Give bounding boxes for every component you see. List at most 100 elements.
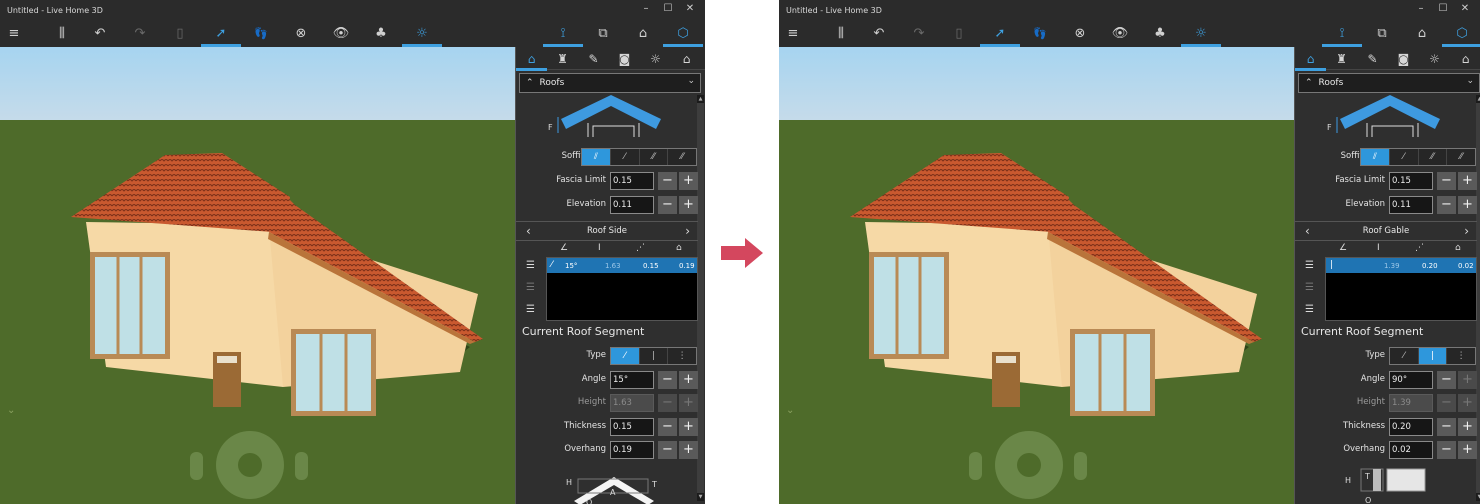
soffit-option-2[interactable]: ⁄	[1390, 149, 1419, 165]
soffit-option-4[interactable]: ⁄⁄	[668, 149, 696, 165]
remove-segment-icon[interactable]: ☰	[1305, 282, 1314, 293]
angle-increment[interactable]: +	[1458, 371, 1477, 389]
zoom-slider[interactable]	[190, 452, 203, 480]
close-button[interactable]: ✕	[683, 3, 697, 14]
menu-icon[interactable]: ≡	[779, 20, 813, 47]
fascia-limit-input[interactable]: 0.15	[1389, 172, 1433, 190]
fascia-limit-increment[interactable]: +	[679, 172, 698, 190]
overhang-input[interactable]: 0.02	[1389, 441, 1433, 459]
3d-viewport[interactable]: ⌄	[779, 47, 1294, 504]
scroll-up-icon[interactable]: ▲	[1476, 95, 1480, 103]
add-segment-icon[interactable]: ☰	[526, 260, 535, 271]
thickness-input[interactable]: 0.15	[610, 418, 654, 436]
select-tool-icon[interactable]: ➚	[980, 20, 1020, 47]
maximize-button[interactable]: ☐	[661, 3, 675, 14]
segment-row[interactable]: | 1.39 0.20 0.02	[1326, 258, 1476, 273]
previous-part-button[interactable]: ‹	[1305, 222, 1310, 241]
tab-object[interactable]: ♜	[1326, 47, 1357, 70]
tab-edit[interactable]: ✎	[578, 47, 609, 70]
thickness-decrement[interactable]: −	[658, 418, 677, 436]
angle-decrement[interactable]: −	[1437, 371, 1456, 389]
segment-list[interactable]: | 1.39 0.20 0.02	[1325, 257, 1477, 321]
light-tool-icon[interactable]: ☼	[1181, 20, 1221, 47]
thickness-decrement[interactable]: −	[1437, 418, 1456, 436]
remove-segment-icon[interactable]: ☰	[526, 282, 535, 293]
height-input[interactable]: 1.39	[1389, 394, 1433, 412]
elevation-increment[interactable]: +	[679, 196, 698, 214]
height-input[interactable]: 1.63	[610, 394, 654, 412]
angle-decrement[interactable]: −	[658, 371, 677, 389]
segment-type-selector[interactable]: ⁄ | ⋮	[610, 347, 697, 365]
zoom-slider[interactable]	[969, 452, 982, 480]
elevation-view-icon[interactable]: ⟟	[543, 20, 583, 47]
minimize-button[interactable]: –	[639, 3, 653, 14]
soffit-option-2[interactable]: ⁄	[611, 149, 640, 165]
type-gable-option[interactable]: |	[1418, 348, 1448, 364]
overhang-decrement[interactable]: −	[658, 441, 677, 459]
soffit-option-1[interactable]: ⫽	[1361, 149, 1390, 165]
tab-roof-properties[interactable]: ⌂	[516, 47, 547, 71]
main-roof[interactable]	[71, 153, 290, 233]
undo-icon[interactable]: ↶	[80, 20, 120, 47]
height-decrement[interactable]: −	[658, 394, 677, 412]
library-icon[interactable]: ⫼	[821, 20, 861, 47]
redo-icon[interactable]: ↷	[120, 20, 160, 47]
next-part-button[interactable]: ›	[685, 222, 690, 241]
view-3d-icon[interactable]: ⬡	[663, 20, 703, 47]
add-segment-icon[interactable]: ☰	[1305, 260, 1314, 271]
collapse-chevron-icon[interactable]: ⌄	[7, 405, 15, 416]
type-skylight-option[interactable]: ⋮	[668, 348, 696, 364]
scroll-up-icon[interactable]: ▲	[697, 95, 704, 103]
soffit-type-selector[interactable]: ⫽ ⁄ ⁄⁄ ⁄⁄	[1360, 148, 1476, 166]
insert-segment-icon[interactable]: ☰	[1305, 304, 1314, 315]
tab-object[interactable]: ♜	[547, 47, 578, 70]
delete-icon[interactable]: ▯	[160, 20, 200, 47]
soffit-option-3[interactable]: ⁄⁄	[1419, 149, 1448, 165]
orbit-icon[interactable]: ⊗	[281, 20, 321, 47]
thickness-increment[interactable]: +	[679, 418, 698, 436]
house-view-icon[interactable]: ⌂	[623, 20, 663, 47]
tab-camera[interactable]: ◙	[609, 47, 640, 70]
menu-icon[interactable]: ≡	[0, 20, 34, 47]
fascia-limit-decrement[interactable]: −	[658, 172, 677, 190]
height-increment[interactable]: +	[679, 394, 698, 412]
element-type-dropdown[interactable]: ⌃ Roofs ⌄	[519, 73, 701, 93]
library-icon[interactable]: ⫼	[42, 20, 82, 47]
angle-input[interactable]: 15°	[610, 371, 654, 389]
type-skylight-option[interactable]: ⋮	[1447, 348, 1475, 364]
height-increment[interactable]: +	[1458, 394, 1477, 412]
tab-edit[interactable]: ✎	[1357, 47, 1388, 70]
elevation-view-icon[interactable]: ⟟	[1322, 20, 1362, 47]
elevation-input[interactable]: 0.11	[1389, 196, 1433, 214]
minimize-button[interactable]: –	[1414, 3, 1428, 14]
type-gable-option[interactable]: |	[640, 348, 669, 364]
maximize-button[interactable]: ☐	[1436, 3, 1450, 14]
material-icon[interactable]: ♣	[1140, 20, 1180, 47]
view-3d-icon[interactable]: ⬡	[1442, 20, 1480, 47]
soffit-option-3[interactable]: ⁄⁄	[640, 149, 669, 165]
soffit-type-selector[interactable]: ⫽ ⁄ ⁄⁄ ⁄⁄	[581, 148, 697, 166]
soffit-option-1[interactable]: ⫽	[582, 149, 611, 165]
scroll-down-icon[interactable]: ▼	[697, 493, 704, 501]
view-eye-icon[interactable]: 👁	[1100, 20, 1140, 47]
angle-input[interactable]: 90°	[1389, 371, 1433, 389]
walk-icon[interactable]: 👣	[1020, 20, 1060, 47]
soffit-option-4[interactable]: ⁄⁄	[1447, 149, 1475, 165]
tab-light[interactable]: ☼	[640, 47, 671, 70]
tab-camera[interactable]: ◙	[1388, 47, 1419, 70]
fascia-limit-input[interactable]: 0.15	[610, 172, 654, 190]
select-tool-icon[interactable]: ➚	[201, 20, 241, 47]
tab-building[interactable]: ⌂	[671, 47, 702, 70]
previous-part-button[interactable]: ‹	[526, 222, 531, 241]
tab-building[interactable]: ⌂	[1450, 47, 1480, 70]
navigation-joystick[interactable]	[995, 431, 1063, 499]
overhang-increment[interactable]: +	[1458, 441, 1477, 459]
type-slope-option[interactable]: ⁄	[1390, 348, 1419, 364]
house-view-icon[interactable]: ⌂	[1402, 20, 1442, 47]
next-part-button[interactable]: ›	[1464, 222, 1469, 241]
collapse-chevron-icon[interactable]: ⌄	[786, 405, 794, 416]
main-roof[interactable]	[850, 153, 1069, 233]
segment-list[interactable]: ⁄ 15° 1.63 0.15 0.19	[546, 257, 698, 321]
material-icon[interactable]: ♣	[361, 20, 401, 47]
thickness-input[interactable]: 0.20	[1389, 418, 1433, 436]
